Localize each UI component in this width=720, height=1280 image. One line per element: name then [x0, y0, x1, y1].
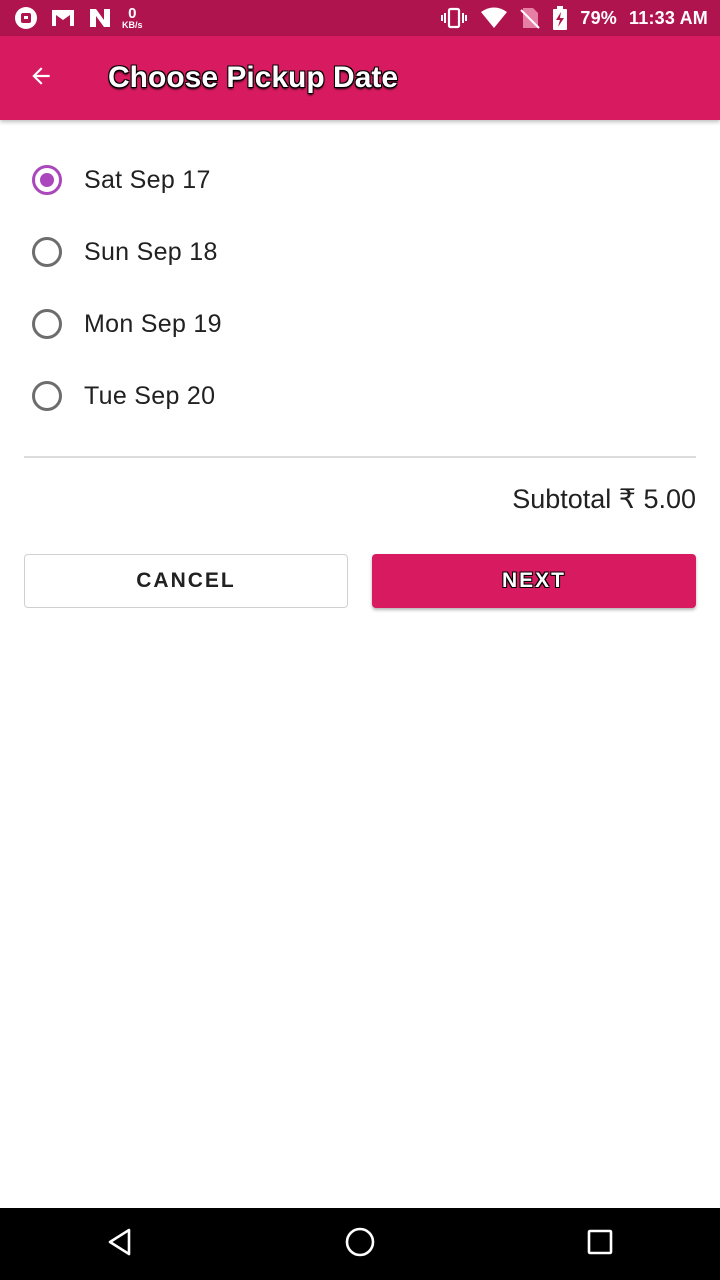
radio-dot [40, 173, 54, 187]
nav-recents-button[interactable] [540, 1208, 660, 1280]
back-button[interactable] [0, 36, 82, 120]
next-button[interactable]: NEXT [372, 554, 696, 608]
status-bar-left: 0 KB/s [14, 6, 143, 30]
home-circle-icon [344, 1226, 376, 1263]
date-option-label: Tue Sep 20 [84, 381, 216, 410]
gmail-icon [50, 8, 76, 28]
cancel-button[interactable]: CANCEL [24, 554, 348, 608]
radio-button-checked[interactable] [32, 165, 62, 195]
network-speed-value: 0 [128, 5, 137, 22]
date-option-sun-sep-18[interactable]: Sun Sep 18 [0, 216, 720, 288]
date-option-label: Mon Sep 19 [84, 309, 222, 338]
divider [24, 456, 696, 458]
nav-back-button[interactable] [60, 1208, 180, 1280]
date-option-tue-sep-20[interactable]: Tue Sep 20 [0, 360, 720, 432]
app-bar: Choose Pickup Date [0, 36, 720, 120]
notification-app-icon [14, 6, 38, 30]
vibrate-icon [440, 7, 468, 29]
date-option-label: Sun Sep 18 [84, 237, 218, 266]
date-option-sat-sep-17[interactable]: Sat Sep 17 [0, 144, 720, 216]
pickup-date-radio-group: Sat Sep 17 Sun Sep 18 Mon Sep 19 Tue Sep… [0, 144, 720, 432]
nav-home-button[interactable] [300, 1208, 420, 1280]
wifi-icon [480, 7, 508, 29]
arrow-back-icon [28, 63, 54, 94]
system-nav-bar [0, 1208, 720, 1280]
status-bar: 0 KB/s 79% 11:33 AM [0, 0, 720, 36]
recents-square-icon [586, 1228, 614, 1261]
status-clock: 11:33 AM [629, 7, 708, 28]
battery-charging-icon [552, 6, 568, 30]
no-sim-icon [520, 7, 541, 29]
status-bar-right: 79% 11:33 AM [440, 6, 708, 30]
network-speed-unit: KB/s [122, 20, 143, 30]
page-title: Choose Pickup Date [108, 61, 399, 94]
radio-button[interactable] [32, 381, 62, 411]
radio-button[interactable] [32, 237, 62, 267]
n-app-icon [88, 7, 112, 29]
battery-percent: 79% [580, 7, 618, 28]
network-speed: 0 KB/s [122, 6, 143, 30]
radio-button[interactable] [32, 309, 62, 339]
date-option-label: Sat Sep 17 [84, 165, 211, 194]
subtotal-text: Subtotal ₹ 5.00 [512, 484, 696, 514]
back-triangle-icon [105, 1227, 135, 1262]
date-option-mon-sep-19[interactable]: Mon Sep 19 [0, 288, 720, 360]
